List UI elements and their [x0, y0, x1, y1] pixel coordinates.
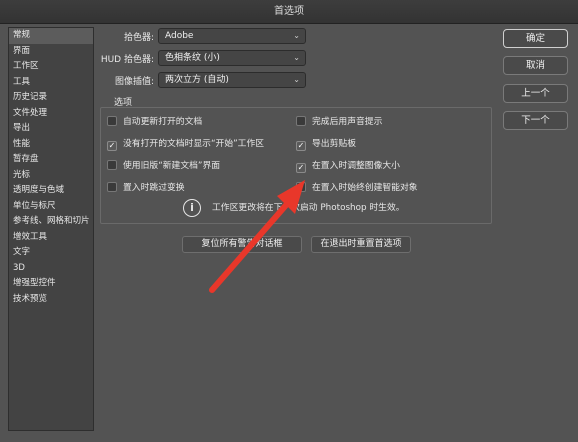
annotation-arrow-icon [209, 180, 305, 293]
